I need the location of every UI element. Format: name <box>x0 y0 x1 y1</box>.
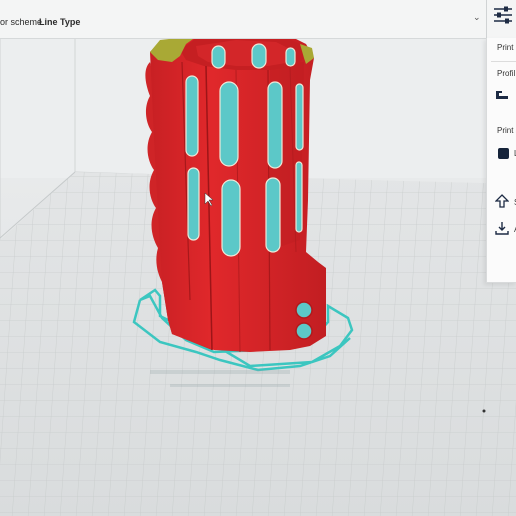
printed-model[interactable] <box>145 28 326 353</box>
print-settings-button[interactable] <box>492 3 516 33</box>
color-scheme-label: or scheme <box>0 17 43 27</box>
material-color-swatch[interactable] <box>498 148 509 159</box>
profile-label: Profil <box>497 69 516 78</box>
build-plate-viewport[interactable] <box>0 0 516 516</box>
print-settings-panel: Print Profil Print s L S A <box>486 38 516 283</box>
chevron-down-icon[interactable]: ⌄ <box>473 12 481 23</box>
download-icon[interactable] <box>495 221 509 235</box>
line-type-dropdown[interactable]: Line Type <box>39 17 80 27</box>
profile-bars-icon[interactable] <box>496 89 510 101</box>
toolbar-divider <box>486 0 487 38</box>
print-setup-label: Print s <box>497 126 516 135</box>
panel-title: Print <box>497 43 514 52</box>
support-icon[interactable] <box>495 194 509 208</box>
sliders-icon <box>494 6 512 24</box>
panel-divider <box>491 61 516 62</box>
screen: or scheme Line Type ⌄ Print Profil Print… <box>0 0 516 516</box>
top-toolbar: or scheme Line Type ⌄ <box>0 0 516 39</box>
